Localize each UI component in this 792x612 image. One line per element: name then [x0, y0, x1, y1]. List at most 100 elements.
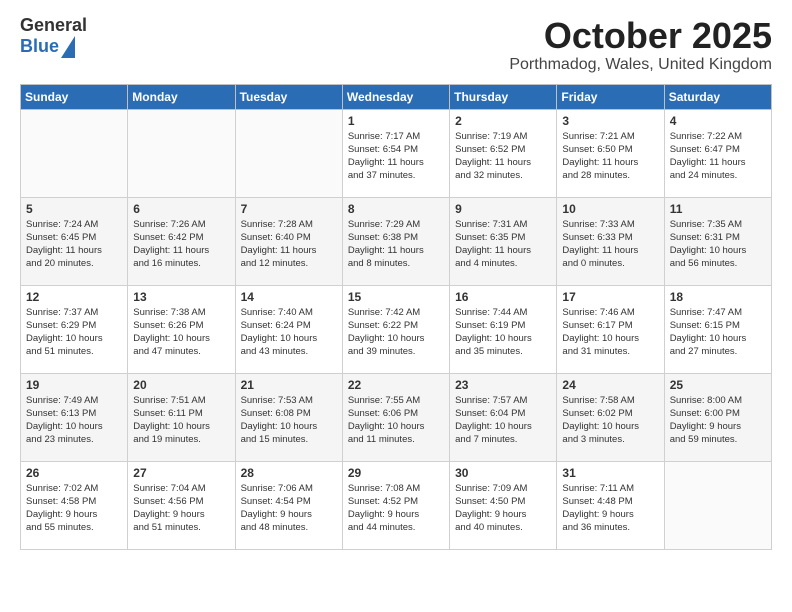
day-number: 30 — [455, 466, 551, 480]
calendar-header-monday: Monday — [128, 84, 235, 109]
day-info: Sunrise: 7:46 AM Sunset: 6:17 PM Dayligh… — [562, 306, 658, 359]
header: General Blue October 2025 Porthmadog, Wa… — [20, 16, 772, 74]
day-number: 7 — [241, 202, 337, 216]
calendar-cell: 12Sunrise: 7:37 AM Sunset: 6:29 PM Dayli… — [21, 285, 128, 373]
calendar-cell: 2 Sunrise: 7:19 AM Sunset: 6:52 PM Daylig… — [450, 109, 557, 197]
day-number: 6 — [133, 202, 229, 216]
calendar-cell: 11 Sunrise: 7:35 AM Sunset: 6:31 PM Dayli… — [664, 197, 771, 285]
calendar-week-row: 1Sunrise: 7:17 AM Sunset: 6:54 PM Daylig… — [21, 109, 772, 197]
day-number: 20 — [133, 378, 229, 392]
calendar-header-tuesday: Tuesday — [235, 84, 342, 109]
calendar-cell: 28Sunrise: 7:06 AM Sunset: 4:54 PM Dayli… — [235, 461, 342, 549]
day-info: Sunrise: 7:26 AM Sunset: 6:42 PM Dayligh… — [133, 218, 229, 271]
calendar-cell: 4 Sunrise: 7:22 AM Sunset: 6:47 PM Daylig… — [664, 109, 771, 197]
day-info: Sunrise: 7:29 AM Sunset: 6:38 PM Dayligh… — [348, 218, 444, 271]
day-info: Sunrise: 7:57 AM Sunset: 6:04 PM Dayligh… — [455, 394, 551, 447]
day-info: Sunrise: 7:33 AM Sunset: 6:33 PM Dayligh… — [562, 218, 658, 271]
calendar-header-friday: Friday — [557, 84, 664, 109]
day-info: Sunrise: 7:49 AM Sunset: 6:13 PM Dayligh… — [26, 394, 122, 447]
day-number: 18 — [670, 290, 766, 304]
month-title: October 2025 — [509, 16, 772, 56]
calendar-week-row: 12Sunrise: 7:37 AM Sunset: 6:29 PM Dayli… — [21, 285, 772, 373]
day-number: 2 — [455, 114, 551, 128]
day-number: 8 — [348, 202, 444, 216]
day-info: Sunrise: 7:35 AM Sunset: 6:31 PM Dayligh… — [670, 218, 766, 271]
calendar-cell: 17 Sunrise: 7:46 AM Sunset: 6:17 PM Dayli… — [557, 285, 664, 373]
day-info: Sunrise: 7:44 AM Sunset: 6:19 PM Dayligh… — [455, 306, 551, 359]
calendar-cell: 3 Sunrise: 7:21 AM Sunset: 6:50 PM Daylig… — [557, 109, 664, 197]
day-number: 4 — [670, 114, 766, 128]
day-info: Sunrise: 7:11 AM Sunset: 4:48 PM Dayligh… — [562, 482, 658, 535]
day-info: Sunrise: 7:06 AM Sunset: 4:54 PM Dayligh… — [241, 482, 337, 535]
calendar-cell: 1Sunrise: 7:17 AM Sunset: 6:54 PM Daylig… — [342, 109, 449, 197]
day-info: Sunrise: 7:17 AM Sunset: 6:54 PM Dayligh… — [348, 130, 444, 183]
calendar-header-thursday: Thursday — [450, 84, 557, 109]
day-info: Sunrise: 7:38 AM Sunset: 6:26 PM Dayligh… — [133, 306, 229, 359]
calendar-header-wednesday: Wednesday — [342, 84, 449, 109]
logo-box: General Blue — [20, 16, 87, 58]
calendar-cell: 8 Sunrise: 7:29 AM Sunset: 6:38 PM Daylig… — [342, 197, 449, 285]
day-number: 13 — [133, 290, 229, 304]
calendar-header-saturday: Saturday — [664, 84, 771, 109]
calendar-cell: 21Sunrise: 7:53 AM Sunset: 6:08 PM Dayli… — [235, 373, 342, 461]
calendar-cell: 13 Sunrise: 7:38 AM Sunset: 6:26 PM Dayli… — [128, 285, 235, 373]
day-number: 22 — [348, 378, 444, 392]
day-number: 25 — [670, 378, 766, 392]
calendar-header-row: SundayMondayTuesdayWednesdayThursdayFrid… — [21, 84, 772, 109]
day-number: 19 — [26, 378, 122, 392]
calendar-cell — [235, 109, 342, 197]
day-number: 11 — [670, 202, 766, 216]
day-number: 10 — [562, 202, 658, 216]
calendar-cell: 31 Sunrise: 7:11 AM Sunset: 4:48 PM Dayli… — [557, 461, 664, 549]
day-number: 17 — [562, 290, 658, 304]
calendar-cell: 7 Sunrise: 7:28 AM Sunset: 6:40 PM Daylig… — [235, 197, 342, 285]
day-info: Sunrise: 7:04 AM Sunset: 4:56 PM Dayligh… — [133, 482, 229, 535]
title-area: October 2025 Porthmadog, Wales, United K… — [509, 16, 772, 74]
calendar-cell: 14 Sunrise: 7:40 AM Sunset: 6:24 PM Dayli… — [235, 285, 342, 373]
day-info: Sunrise: 7:42 AM Sunset: 6:22 PM Dayligh… — [348, 306, 444, 359]
day-info: Sunrise: 7:08 AM Sunset: 4:52 PM Dayligh… — [348, 482, 444, 535]
day-info: Sunrise: 7:22 AM Sunset: 6:47 PM Dayligh… — [670, 130, 766, 183]
day-number: 9 — [455, 202, 551, 216]
calendar-cell — [21, 109, 128, 197]
calendar-cell: 20 Sunrise: 7:51 AM Sunset: 6:11 PM Dayli… — [128, 373, 235, 461]
day-info: Sunrise: 7:02 AM Sunset: 4:58 PM Dayligh… — [26, 482, 122, 535]
day-number: 14 — [241, 290, 337, 304]
day-info: Sunrise: 7:31 AM Sunset: 6:35 PM Dayligh… — [455, 218, 551, 271]
day-number: 26 — [26, 466, 122, 480]
calendar-week-row: 5Sunrise: 7:24 AM Sunset: 6:45 PM Daylig… — [21, 197, 772, 285]
day-number: 24 — [562, 378, 658, 392]
day-number: 29 — [348, 466, 444, 480]
calendar-cell: 9 Sunrise: 7:31 AM Sunset: 6:35 PM Daylig… — [450, 197, 557, 285]
logo: General Blue — [20, 16, 87, 58]
day-info: Sunrise: 7:53 AM Sunset: 6:08 PM Dayligh… — [241, 394, 337, 447]
day-info: Sunrise: 7:21 AM Sunset: 6:50 PM Dayligh… — [562, 130, 658, 183]
calendar-cell: 5Sunrise: 7:24 AM Sunset: 6:45 PM Daylig… — [21, 197, 128, 285]
calendar-cell: 16Sunrise: 7:44 AM Sunset: 6:19 PM Dayli… — [450, 285, 557, 373]
day-info: Sunrise: 7:19 AM Sunset: 6:52 PM Dayligh… — [455, 130, 551, 183]
day-number: 12 — [26, 290, 122, 304]
day-info: Sunrise: 7:47 AM Sunset: 6:15 PM Dayligh… — [670, 306, 766, 359]
day-info: Sunrise: 7:51 AM Sunset: 6:11 PM Dayligh… — [133, 394, 229, 447]
day-info: Sunrise: 7:40 AM Sunset: 6:24 PM Dayligh… — [241, 306, 337, 359]
day-info: Sunrise: 8:00 AM Sunset: 6:00 PM Dayligh… — [670, 394, 766, 447]
day-number: 15 — [348, 290, 444, 304]
logo-triangle-icon — [61, 36, 75, 58]
day-info: Sunrise: 7:58 AM Sunset: 6:02 PM Dayligh… — [562, 394, 658, 447]
day-number: 27 — [133, 466, 229, 480]
calendar-cell: 22Sunrise: 7:55 AM Sunset: 6:06 PM Dayli… — [342, 373, 449, 461]
location-title: Porthmadog, Wales, United Kingdom — [509, 56, 772, 74]
day-number: 5 — [26, 202, 122, 216]
calendar-cell — [664, 461, 771, 549]
day-info: Sunrise: 7:28 AM Sunset: 6:40 PM Dayligh… — [241, 218, 337, 271]
calendar-cell: 30 Sunrise: 7:09 AM Sunset: 4:50 PM Dayli… — [450, 461, 557, 549]
calendar-cell: 19 Sunrise: 7:49 AM Sunset: 6:13 PM Dayli… — [21, 373, 128, 461]
day-info: Sunrise: 7:09 AM Sunset: 4:50 PM Dayligh… — [455, 482, 551, 535]
day-number: 23 — [455, 378, 551, 392]
calendar-cell: 23 Sunrise: 7:57 AM Sunset: 6:04 PM Dayli… — [450, 373, 557, 461]
calendar-cell: 27 Sunrise: 7:04 AM Sunset: 4:56 PM Dayli… — [128, 461, 235, 549]
calendar-cell: 26 Sunrise: 7:02 AM Sunset: 4:58 PM Dayli… — [21, 461, 128, 549]
day-number: 3 — [562, 114, 658, 128]
day-number: 31 — [562, 466, 658, 480]
calendar-cell: 6 Sunrise: 7:26 AM Sunset: 6:42 PM Daylig… — [128, 197, 235, 285]
